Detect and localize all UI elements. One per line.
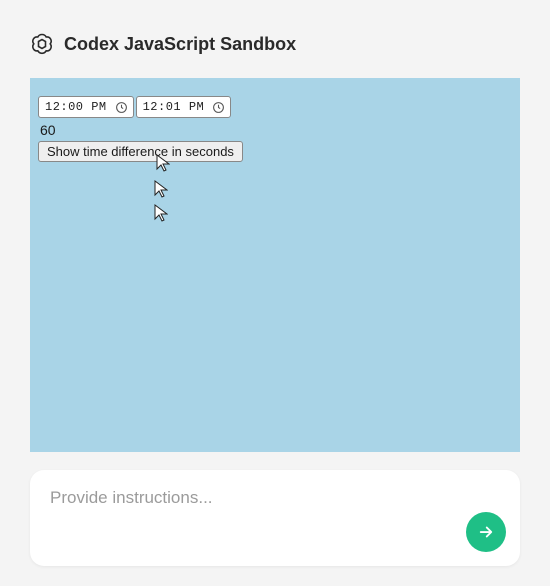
prompt-input[interactable]: Provide instructions...: [50, 488, 500, 508]
page-title: Codex JavaScript Sandbox: [64, 34, 296, 55]
prompt-bar: Provide instructions...: [30, 470, 520, 566]
sandbox-canvas: 12:00 PM 12:01 PM 60 Show: [30, 78, 520, 452]
cursor-icon: [154, 180, 168, 198]
cursor-icon: [154, 204, 168, 222]
clock-icon: [115, 101, 128, 114]
time-value-1: 12:00 PM: [45, 100, 107, 114]
cursor-icon: [156, 154, 170, 172]
time-value-2: 12:01 PM: [143, 100, 205, 114]
arrow-right-icon: [477, 523, 495, 541]
app-header: Codex JavaScript Sandbox: [30, 32, 520, 56]
compute-button[interactable]: Show time difference in seconds: [38, 141, 243, 162]
clock-icon: [212, 101, 225, 114]
openai-logo-icon: [30, 32, 54, 56]
time-input-1[interactable]: 12:00 PM: [38, 96, 134, 118]
send-button[interactable]: [466, 512, 506, 552]
result-output: 60: [40, 122, 512, 138]
time-input-2[interactable]: 12:01 PM: [136, 96, 232, 118]
